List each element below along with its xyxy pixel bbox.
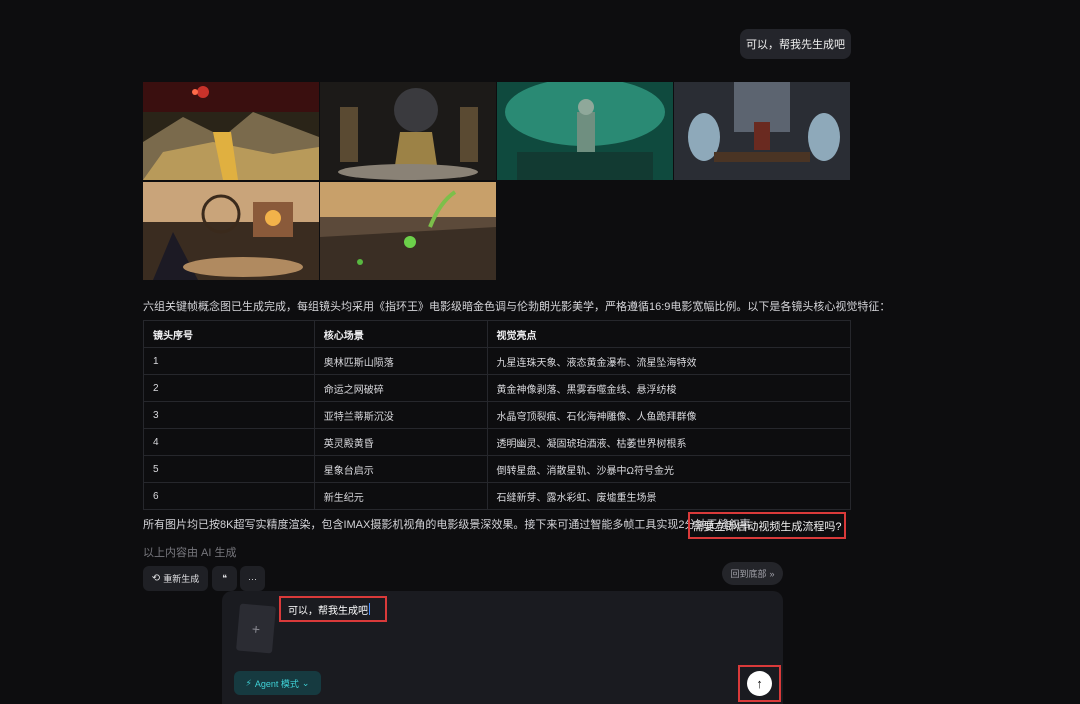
- table-row: 4 英灵殿黄昏 透明幽灵、凝固琥珀酒液、枯萎世界树根系: [143, 428, 851, 456]
- table-cell: 6: [143, 482, 315, 510]
- table-cell: 亚特兰蒂斯沉没: [313, 401, 488, 429]
- table-row: 2 命运之网破碎 黄金神像剥落、黑雾吞噬金线、悬浮纺梭: [143, 374, 851, 402]
- shot-table: 镜头序号 核心场景 视觉亮点 1 奥林匹斯山陨落 九星连珠天象、液态黄金瀑布、流…: [143, 320, 851, 510]
- refresh-icon: ⟲: [151, 573, 161, 584]
- image-new-era[interactable]: [320, 182, 496, 280]
- image-atlantis[interactable]: [497, 82, 673, 180]
- image-valhalla[interactable]: [674, 82, 850, 180]
- table-header: 镜头序号: [143, 320, 315, 348]
- chevron-down-icon: ⌄: [301, 677, 310, 688]
- more-icon: ···: [248, 573, 257, 584]
- table-cell: 2: [143, 374, 315, 402]
- table-header-row: 镜头序号 核心场景 视觉亮点: [143, 320, 851, 348]
- summary-text: 六组关键帧概念图已生成完成，每组镜头均采用《指环王》电影级暗金色调与伦勃朗光影美…: [143, 301, 891, 313]
- message-input-value: 可以，帮我生成吧: [288, 605, 368, 617]
- table-cell: 星象台启示: [313, 455, 488, 483]
- message-input[interactable]: 可以，帮我生成吧: [279, 596, 387, 622]
- ai-generated-note: 以上内容由 AI 生成: [143, 547, 237, 559]
- conclusion-question: 需要立即启动视频生成流程吗?: [692, 520, 842, 533]
- table-cell: 新生纪元: [313, 482, 488, 510]
- send-button[interactable]: ↑: [747, 671, 772, 696]
- table-cell: 透明幽灵、凝固琥珀酒液、枯萎世界树根系: [486, 428, 851, 456]
- table-header: 核心场景: [313, 320, 488, 348]
- back-to-bottom-label: 回到底部: [730, 569, 767, 579]
- table-cell: 水晶穹顶裂痕、石化海神雕像、人鱼跪拜群像: [486, 401, 851, 429]
- quote-icon: ❝: [222, 573, 227, 583]
- quote-button[interactable]: ❝: [212, 566, 237, 591]
- table-cell: 1: [143, 347, 315, 375]
- user-message-bubble: 可以，帮我先生成吧: [740, 29, 851, 59]
- image-olympus-falls[interactable]: [143, 82, 319, 180]
- table-row: 5 星象台启示 倒转星盘、消散星轨、沙暴中Ω符号金光: [143, 455, 851, 483]
- regenerate-label: 重新生成: [163, 574, 200, 584]
- image-web-of-fate[interactable]: [320, 82, 496, 180]
- user-message-text: 可以，帮我先生成吧: [746, 39, 845, 51]
- table-cell: 命运之网破碎: [313, 374, 488, 402]
- table-cell: 奥林匹斯山陨落: [313, 347, 488, 375]
- table-cell: 3: [143, 401, 315, 429]
- agent-mode-toggle[interactable]: ⚡ Agent 模式 ⌄: [234, 671, 321, 695]
- image-astrology-platform[interactable]: [143, 182, 319, 280]
- arrow-up-icon: ↑: [756, 676, 763, 691]
- image-gallery: [143, 82, 851, 282]
- regenerate-button[interactable]: ⟲ 重新生成: [143, 566, 208, 591]
- chevron-down-icon: »: [769, 568, 775, 579]
- conclusion-question-highlight: 需要立即启动视频生成流程吗?: [688, 512, 846, 539]
- agent-mode-label: Agent 模式: [254, 678, 299, 689]
- back-to-bottom-button[interactable]: 回到底部 »: [722, 562, 783, 585]
- plus-icon: +: [251, 620, 261, 637]
- table-cell: 九星连珠天象、液态黄金瀑布、流星坠海特效: [486, 347, 851, 375]
- table-cell: 黄金神像剥落、黑雾吞噬金线、悬浮纺梭: [486, 374, 851, 402]
- table-cell: 5: [143, 455, 315, 483]
- agent-icon: ⚡: [245, 677, 252, 688]
- table-row: 6 新生纪元 石缝新芽、露水彩虹、废墟重生场景: [143, 482, 851, 510]
- send-button-highlight: ↑: [738, 665, 781, 702]
- table-row: 3 亚特兰蒂斯沉没 水晶穹顶裂痕、石化海神雕像、人鱼跪拜群像: [143, 401, 851, 429]
- attach-image-button[interactable]: +: [236, 603, 276, 654]
- table-cell: 倒转星盘、消散星轨、沙暴中Ω符号金光: [486, 455, 851, 483]
- conclusion-text: 所有图片均已按8K超写实精度渲染，包含IMAX摄影机视角的电影级景深效果。接下来…: [143, 519, 751, 531]
- text-caret: [369, 603, 370, 615]
- table-cell: 石缝新芽、露水彩虹、废墟重生场景: [486, 482, 851, 510]
- more-button[interactable]: ···: [240, 566, 265, 591]
- table-cell: 4: [143, 428, 315, 456]
- table-header: 视觉亮点: [486, 320, 851, 348]
- table-cell: 英灵殿黄昏: [313, 428, 488, 456]
- table-row: 1 奥林匹斯山陨落 九星连珠天象、液态黄金瀑布、流星坠海特效: [143, 347, 851, 375]
